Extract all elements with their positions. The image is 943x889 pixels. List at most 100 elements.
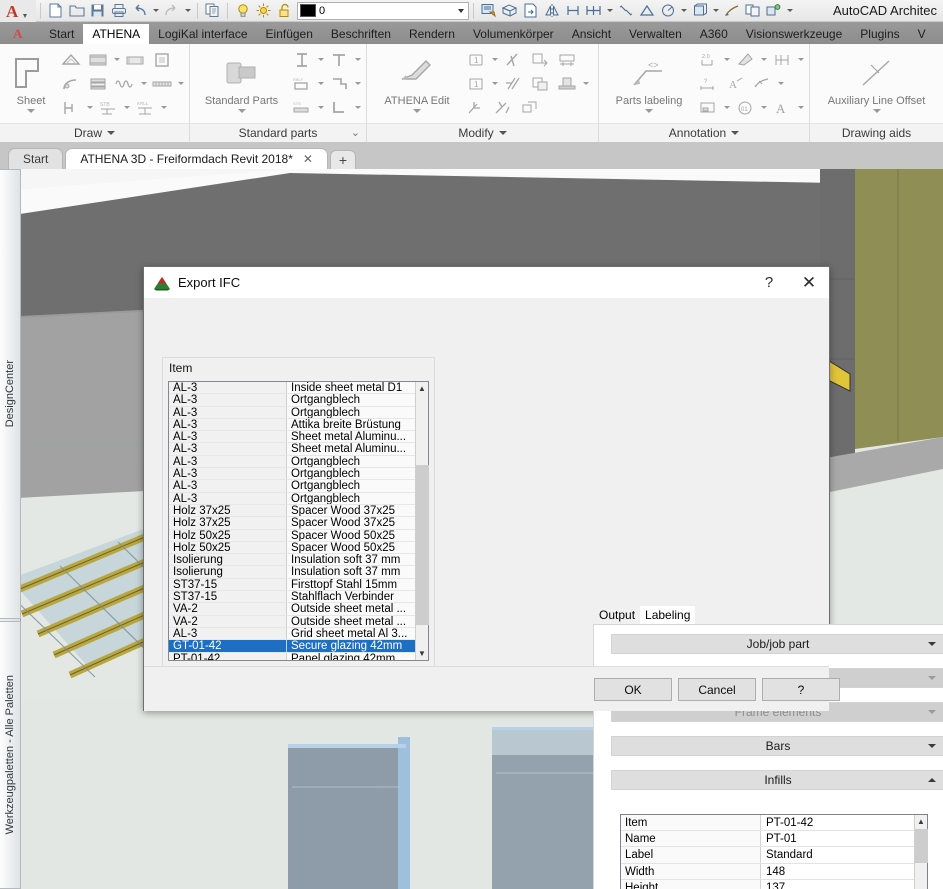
ribbon-tab-visionswerkzeuge[interactable]: Visionswerkzeuge: [737, 24, 852, 44]
chevron-down-icon[interactable]: [928, 642, 936, 646]
dim-aligned-icon[interactable]: [615, 1, 636, 21]
undo-icon[interactable]: [129, 1, 150, 21]
dim-continue-icon[interactable]: [583, 1, 604, 21]
chevron-down-icon[interactable]: [454, 9, 468, 13]
miter-icon[interactable]: [490, 97, 516, 119]
print-icon[interactable]: [108, 1, 129, 21]
parts-labeling-button[interactable]: <> Parts labeling: [603, 48, 695, 113]
undo-dropdown-icon[interactable]: [150, 1, 161, 21]
hollow-profile-icon[interactable]: RBLF: [289, 73, 315, 95]
item-list-row[interactable]: Holz 37x25 Spacer Wood 37x25: [169, 504, 415, 518]
sheet-button[interactable]: Sheet: [4, 48, 58, 113]
beam-dropdown-icon[interactable]: [159, 97, 168, 119]
section-button-job-job-part[interactable]: Job/job part: [611, 634, 943, 654]
close-icon[interactable]: ✕: [303, 152, 313, 166]
panel-title-drawing-aids[interactable]: Drawing aids: [810, 123, 943, 142]
panel-title-draw[interactable]: Draw: [0, 123, 189, 142]
document-tab[interactable]: Start: [8, 148, 64, 169]
item-list-row[interactable]: AL-3 Ortgangblech: [169, 468, 415, 481]
prop-scrollbar-thumb[interactable]: [915, 829, 928, 863]
chevron-down-icon[interactable]: [928, 676, 936, 680]
copy-shape-icon[interactable]: [527, 73, 553, 95]
hollow-profile-dropdown-icon[interactable]: [316, 73, 325, 95]
z-profile-dropdown-icon[interactable]: [353, 73, 362, 95]
profile-icon[interactable]: [122, 49, 148, 71]
property-row[interactable]: Width 148: [621, 863, 914, 880]
curve-label-icon[interactable]: [749, 73, 775, 95]
ribbon-tab-rendern[interactable]: Rendern: [400, 24, 464, 44]
item-list-row[interactable]: AL-3 Ortgangblech: [169, 394, 415, 407]
ribbon-tab-plugins[interactable]: Plugins: [851, 24, 908, 44]
lightbulb-icon[interactable]: [232, 1, 253, 21]
property-row[interactable]: Label Standard: [621, 847, 914, 864]
trim-icon[interactable]: [500, 49, 526, 71]
item-list-row[interactable]: Isolierung Insulation soft 37 mm: [169, 566, 415, 579]
connector-dropdown-icon[interactable]: [85, 97, 94, 119]
grid-dim-icon[interactable]: [769, 49, 795, 71]
split-profile-icon[interactable]: [554, 49, 580, 71]
dialog-tab-labeling[interactable]: Labeling: [640, 606, 696, 624]
palette-designcenter[interactable]: DesignCenter: [0, 169, 21, 619]
item-list-row[interactable]: AL-3 Inside sheet metal D1: [169, 382, 415, 395]
spring-icon[interactable]: [112, 73, 138, 95]
item-list-row[interactable]: ST37-15 Stahlflach Verbinder: [169, 591, 415, 604]
new-file-icon[interactable]: [45, 1, 66, 21]
base-plate-icon[interactable]: [554, 73, 580, 95]
position-number-dropdown-icon[interactable]: [759, 97, 768, 119]
dimension-value-icon[interactable]: 2.0: [695, 49, 721, 71]
item-list-row[interactable]: PT-01-42 Panel glazing 42mm: [169, 652, 415, 660]
section-button-infills[interactable]: Infills: [611, 770, 943, 790]
item-list-row[interactable]: AL-3 Ortgangblech: [169, 492, 415, 505]
flat-bar-dropdown-icon[interactable]: [316, 97, 325, 119]
property-table[interactable]: Item PT-01-42 Name PT-01 Label Standard Width 1…: [620, 814, 928, 889]
section-button-bars[interactable]: Bars: [611, 736, 943, 756]
ribbon-tab-ansicht[interactable]: Ansicht: [563, 24, 620, 44]
chevron-down-icon[interactable]: [237, 109, 246, 113]
dim-angular-icon[interactable]: [636, 1, 657, 21]
help-button[interactable]: ?: [762, 678, 840, 701]
item-list-row[interactable]: AL-3 Ortgangblech: [169, 480, 415, 493]
dim-radius-icon[interactable]: [657, 1, 678, 21]
palette-toolpalettes[interactable]: Werkzeugpaletten - Alle Paletten: [0, 621, 21, 889]
item-list[interactable]: AL-3 Inside sheet metal D1 AL-3 Ortgangblec…: [168, 381, 429, 661]
tools-icon[interactable]: [763, 1, 784, 21]
number-1-round-icon[interactable]: 1: [463, 73, 489, 95]
item-list-row[interactable]: VA-2 Outside sheet metal ...: [169, 603, 415, 616]
chevron-up-icon[interactable]: [928, 778, 936, 782]
athena-edit-button[interactable]: ATHENA Edit: [371, 48, 463, 113]
item-list-row[interactable]: AL-3 Sheet metal Aluminu...: [169, 431, 415, 444]
ribbon-tab-einf-gen[interactable]: Einfügen: [257, 24, 322, 44]
dim-dropdown-icon[interactable]: [604, 1, 615, 21]
text-style-dropdown-icon[interactable]: [796, 97, 805, 119]
i-beam-dropdown-icon[interactable]: [316, 49, 325, 71]
sun-icon[interactable]: [253, 1, 274, 21]
chevron-down-icon[interactable]: [498, 131, 507, 135]
item-list-row[interactable]: VA-2 Outside sheet metal ...: [169, 615, 415, 628]
layer-control[interactable]: 0: [297, 1, 469, 20]
box-dropdown-icon[interactable]: [710, 1, 721, 21]
item-list-row[interactable]: AL-3 Attika breite Brüstung: [169, 418, 415, 432]
scrollbar-thumb[interactable]: [416, 465, 429, 625]
property-row[interactable]: Height 137: [621, 879, 914, 889]
number-box-dropdown-icon[interactable]: [490, 49, 499, 71]
panel-title-modify[interactable]: Modify: [367, 123, 598, 142]
3d-box-icon[interactable]: [689, 1, 710, 21]
dialog-title-bar[interactable]: Export IFC ? ✕: [144, 267, 829, 299]
redo-dropdown-icon[interactable]: [182, 1, 193, 21]
scroll-down-icon[interactable]: ▼: [416, 647, 428, 660]
steel-profile-dropdown-icon[interactable]: [122, 97, 131, 119]
dimension-dropdown-icon[interactable]: [722, 49, 731, 71]
ribbon-tab-v[interactable]: V: [909, 24, 935, 44]
position-number-icon[interactable]: 01: [732, 97, 758, 119]
t-profile-icon[interactable]: [326, 49, 352, 71]
panel-title-standard-parts[interactable]: Standard parts ⌄: [190, 123, 366, 142]
chevron-down-icon[interactable]: [928, 710, 936, 714]
detail-view-dropdown-icon[interactable]: [722, 97, 731, 119]
text-style-icon[interactable]: A: [769, 97, 795, 119]
document-tab[interactable]: ATHENA 3D - Freiformdach Revit 2018* ✕: [65, 148, 328, 169]
prop-scroll-up-icon[interactable]: ▲: [915, 815, 927, 828]
app-menu-button[interactable]: A: [0, 0, 36, 22]
chevron-down-icon[interactable]: [928, 744, 936, 748]
dialog-launcher-icon[interactable]: ⌄: [351, 124, 360, 143]
roof-section-icon[interactable]: [58, 49, 84, 71]
